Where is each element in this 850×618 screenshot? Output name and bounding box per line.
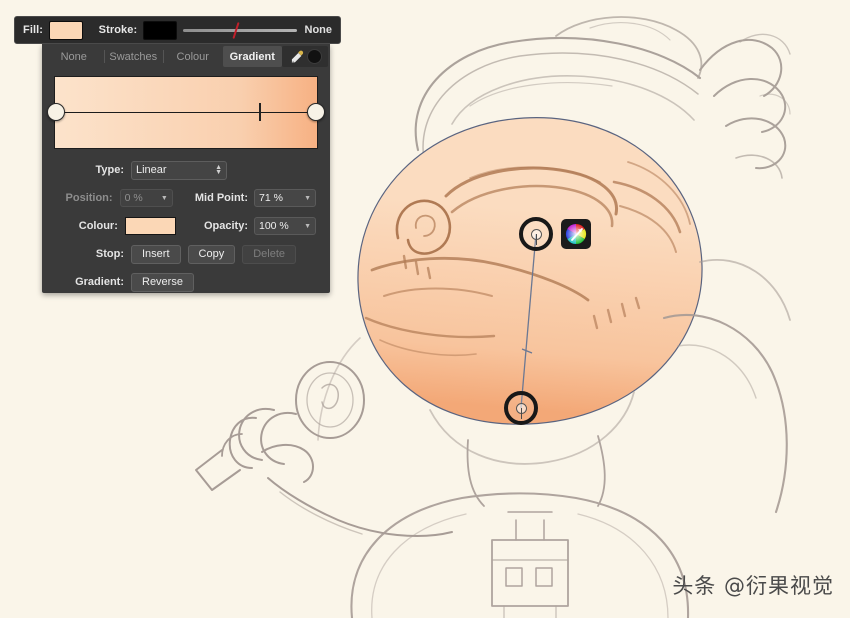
stop-label: Stop:: [95, 248, 124, 260]
stop-copy-button[interactable]: Copy: [187, 244, 236, 264]
context-toolbar: Fill: Stroke: None: [14, 16, 341, 44]
gradient-reverse-button[interactable]: Reverse: [131, 272, 194, 292]
tab-colour[interactable]: Colour: [163, 46, 223, 67]
opacity-value: 100 %: [259, 220, 289, 232]
stop-colour-swatch[interactable]: [124, 217, 176, 235]
fill-label: Fill:: [23, 24, 44, 36]
gradient-end-handle[interactable]: [504, 391, 538, 425]
type-row: Type: Linear ▲ ▼: [56, 156, 316, 184]
chevron-down-icon: ▼: [160, 194, 168, 202]
gradient-start-handle[interactable]: [519, 217, 553, 251]
gradient-label: Gradient:: [75, 276, 124, 288]
tab-none[interactable]: None: [44, 46, 104, 67]
gradient-row: Gradient: Reverse: [56, 268, 316, 296]
gradient-start-handle-spoke: [535, 234, 537, 245]
opacity-field[interactable]: 100 % ▼: [254, 217, 316, 235]
stroke-width-slider[interactable]: [182, 21, 297, 40]
midpoint-label: Mid Point:: [194, 192, 248, 204]
tab-none-label: None: [60, 50, 87, 63]
application-window: Fill: Stroke: None None Swatches Colour …: [0, 0, 850, 618]
stroke-label: Stroke:: [98, 24, 138, 36]
stroke-width-track: [182, 28, 297, 32]
stepper-icon: ▲ ▼: [215, 164, 222, 176]
stop-delete-button: Delete: [242, 244, 296, 264]
watermark-text: 头条 @衍果视觉: [672, 574, 834, 598]
gradient-stop-handle-end[interactable]: [307, 103, 325, 121]
position-value: 0 %: [124, 192, 143, 204]
colour-wheel-button[interactable]: [561, 219, 591, 249]
midpoint-group: Mid Point: 71 % ▼: [195, 189, 316, 207]
opacity-label: Opacity:: [203, 220, 248, 232]
tab-swatches-label: Swatches: [109, 50, 158, 63]
stroke-width-value: None: [304, 24, 333, 36]
panel-tools-group: [282, 46, 328, 67]
eyedropper-icon[interactable]: [289, 49, 305, 65]
tab-gradient[interactable]: Gradient: [222, 46, 282, 67]
gradient-stop-line: [54, 112, 318, 113]
gradient-panel: None Swatches Colour Gradient Type: Line…: [42, 44, 330, 293]
midpoint-value: 71 %: [259, 192, 283, 204]
fill-swatch[interactable]: [49, 20, 83, 40]
stroke-swatch[interactable]: [143, 20, 177, 40]
midpoint-field[interactable]: 71 % ▼: [254, 189, 316, 207]
colour-opacity-row: Colour: Opacity: 100 % ▼: [56, 212, 316, 240]
stop-row: Stop: Insert Copy Delete: [56, 240, 316, 268]
gradient-stop-handle-start[interactable]: [47, 103, 65, 121]
opacity-group: Opacity: 100 % ▼: [204, 217, 316, 235]
gradient-midpoint-marker[interactable]: [259, 103, 261, 121]
position-label: Position:: [65, 192, 113, 204]
gradient-type-select[interactable]: Linear ▲ ▼: [131, 160, 227, 180]
current-colour-circle[interactable]: [306, 49, 322, 64]
colour-wheel-icon: [565, 223, 587, 245]
chevron-down-icon: ▼: [304, 194, 311, 202]
tab-colour-label: Colour: [176, 50, 209, 63]
panel-tab-bar: None Swatches Colour Gradient: [42, 44, 330, 67]
tab-swatches[interactable]: Swatches: [103, 46, 164, 67]
position-midpoint-row: Position: 0 % ▼ Mid Point: 71 % ▼: [56, 184, 316, 212]
gradient-controls: Type: Linear ▲ ▼ Position: 0 % ▼ Mid Poin…: [42, 156, 330, 296]
selected-gradient-shape: [357, 117, 703, 425]
position-field[interactable]: 0 % ▼: [119, 189, 173, 207]
stop-insert-button[interactable]: Insert: [131, 244, 181, 264]
chevron-down-icon: ▼: [304, 222, 311, 230]
gradient-preview[interactable]: [47, 76, 325, 149]
type-label: Type:: [95, 164, 124, 176]
gradient-end-handle-spoke: [520, 408, 522, 419]
gradient-type-value: Linear: [136, 164, 167, 176]
tab-gradient-label: Gradient: [229, 50, 275, 63]
colour-label: Colour:: [78, 220, 118, 232]
